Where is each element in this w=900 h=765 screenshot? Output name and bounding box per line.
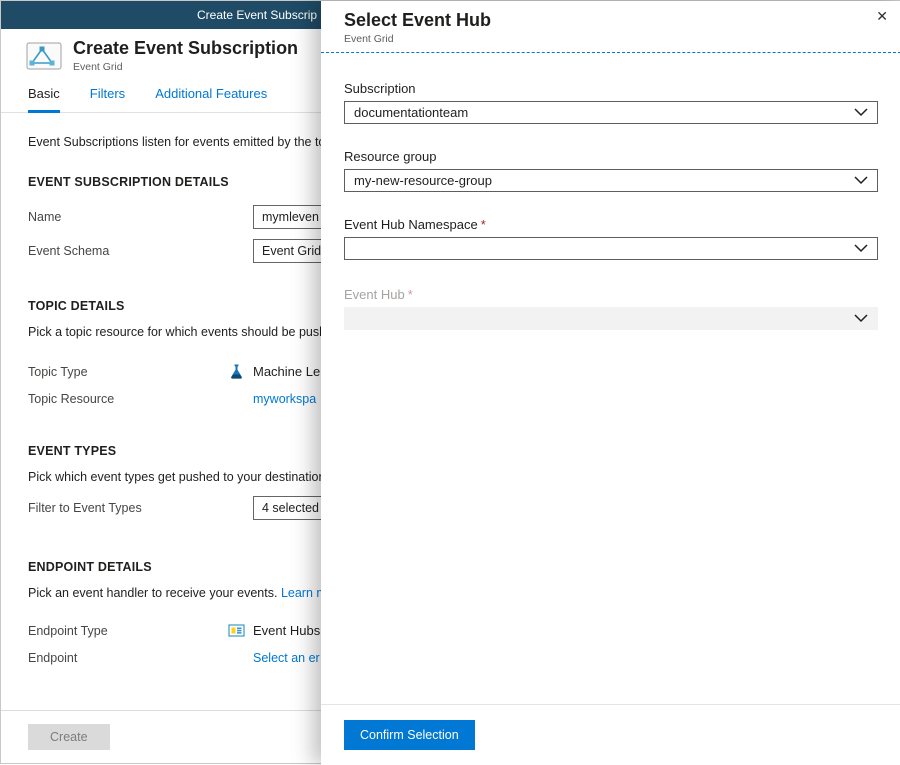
topic-resource-link[interactable]: myworkspa bbox=[253, 392, 316, 406]
required-asterisk: * bbox=[408, 287, 413, 302]
resource-group-select[interactable]: my-new-resource-group bbox=[344, 169, 878, 192]
event-hub-label: Event Hub* bbox=[344, 287, 878, 302]
event-hub-namespace-label: Event Hub Namespace* bbox=[344, 217, 878, 232]
event-hub-select bbox=[344, 307, 878, 330]
endpoint-type-value: Event Hubs bbox=[253, 623, 320, 638]
tab-filters[interactable]: Filters bbox=[90, 86, 125, 113]
panel-body: Subscription documentationteam Resource … bbox=[321, 53, 900, 704]
resource-group-field: Resource group my-new-resource-group bbox=[344, 149, 878, 192]
topic-type-value: Machine Le bbox=[253, 364, 320, 379]
event-hub-field: Event Hub* bbox=[344, 287, 878, 330]
topic-type-label: Topic Type bbox=[28, 365, 253, 379]
tab-basic[interactable]: Basic bbox=[28, 86, 60, 113]
required-asterisk: * bbox=[481, 217, 486, 232]
filter-event-types-value: 4 selected bbox=[262, 501, 319, 515]
topic-type-value-row: Machine Le bbox=[228, 363, 320, 380]
event-schema-label: Event Schema bbox=[28, 244, 253, 258]
filter-event-types-label: Filter to Event Types bbox=[28, 501, 253, 515]
subscription-value: documentationteam bbox=[354, 105, 468, 120]
chevron-down-icon bbox=[854, 176, 868, 185]
tab-additional-features[interactable]: Additional Features bbox=[155, 86, 267, 113]
select-event-hub-panel: Select Event Hub Event Grid ✕ Subscripti… bbox=[321, 1, 900, 765]
confirm-selection-button[interactable]: Confirm Selection bbox=[344, 720, 475, 750]
chevron-down-icon bbox=[854, 108, 868, 117]
endpoint-type-value-row: Event Hubs bbox=[228, 622, 320, 639]
chevron-down-icon bbox=[854, 314, 868, 323]
resource-group-label: Resource group bbox=[344, 149, 878, 164]
top-bar-title: Create Event Subscrip bbox=[197, 8, 317, 22]
event-grid-icon bbox=[26, 42, 62, 70]
page-title: Create Event Subscription bbox=[73, 38, 298, 59]
panel-footer: Confirm Selection bbox=[321, 704, 900, 765]
endpoint-details-description-text: Pick an event handler to receive your ev… bbox=[28, 586, 277, 600]
page-subtitle: Event Grid bbox=[73, 61, 298, 73]
event-hub-namespace-field: Event Hub Namespace* bbox=[344, 217, 878, 260]
chevron-down-icon bbox=[854, 244, 868, 253]
endpoint-type-label: Endpoint Type bbox=[28, 624, 253, 638]
subscription-select[interactable]: documentationteam bbox=[344, 101, 878, 124]
panel-header: Select Event Hub Event Grid ✕ bbox=[321, 1, 900, 45]
resource-group-value: my-new-resource-group bbox=[354, 173, 492, 188]
event-hub-namespace-label-text: Event Hub Namespace bbox=[344, 217, 478, 232]
panel-title: Select Event Hub bbox=[344, 10, 878, 31]
select-endpoint-link[interactable]: Select an er bbox=[253, 651, 320, 665]
machine-learning-icon bbox=[228, 363, 245, 380]
subscription-field: Subscription documentationteam bbox=[344, 81, 878, 124]
name-label: Name bbox=[28, 210, 253, 224]
event-hub-label-text: Event Hub bbox=[344, 287, 405, 302]
topic-resource-label: Topic Resource bbox=[28, 392, 253, 406]
event-hubs-icon bbox=[228, 622, 245, 639]
subscription-label: Subscription bbox=[344, 81, 878, 96]
event-schema-value: Event Grid bbox=[262, 244, 321, 258]
page-title-block: Create Event Subscription Event Grid bbox=[73, 38, 298, 73]
event-hub-namespace-select[interactable] bbox=[344, 237, 878, 260]
panel-subtitle: Event Grid bbox=[344, 33, 878, 45]
create-button[interactable]: Create bbox=[28, 724, 110, 750]
endpoint-label: Endpoint bbox=[28, 651, 253, 665]
close-icon[interactable]: ✕ bbox=[876, 9, 888, 23]
